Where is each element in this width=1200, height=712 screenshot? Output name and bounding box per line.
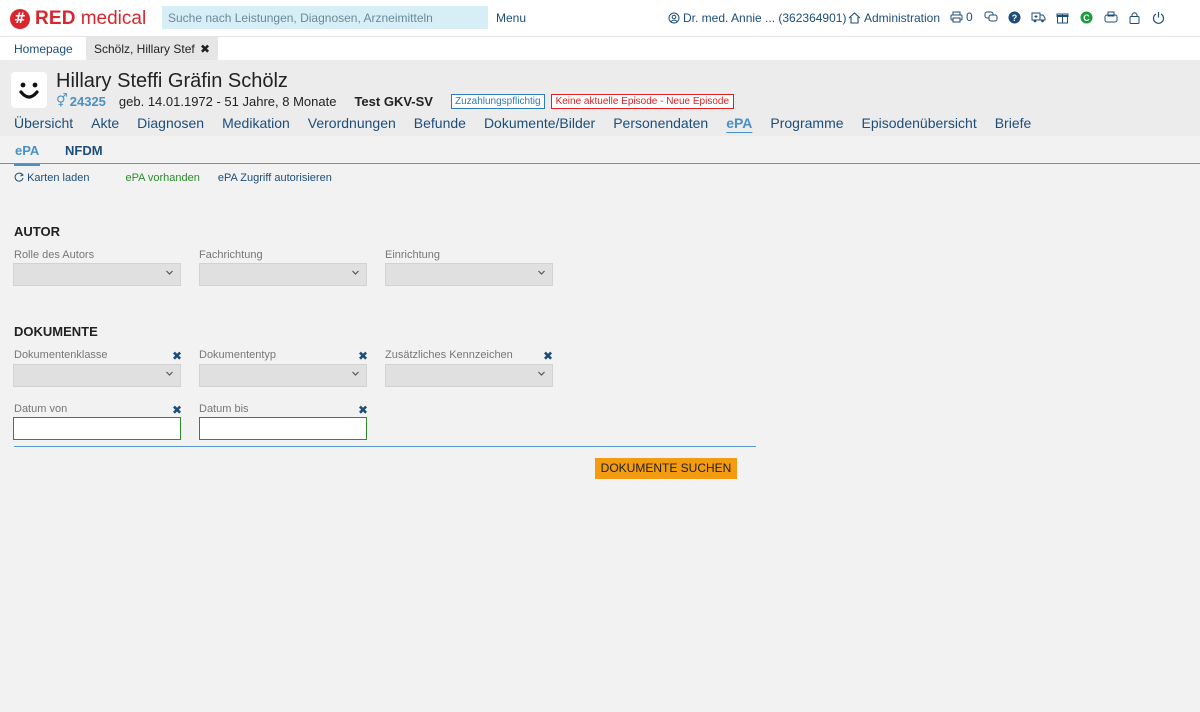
nav-item-dokumente-bilder[interactable]: Dokumente/Bilder bbox=[484, 115, 595, 131]
clear-document-class-icon[interactable]: ✖ bbox=[172, 349, 182, 363]
nav-item-diagnosen[interactable]: Diagnosen bbox=[137, 115, 204, 131]
author-role-label: Rolle des Autors bbox=[14, 249, 95, 261]
nav-item-programme[interactable]: Programme bbox=[770, 115, 843, 131]
authorize-epa-link[interactable]: ePA Zugriff autorisieren bbox=[218, 172, 332, 184]
svg-text:C: C bbox=[1083, 13, 1090, 23]
nav-item-epa[interactable]: ePA bbox=[726, 115, 752, 131]
extra-flag-select[interactable] bbox=[385, 364, 553, 387]
epa-actions: Karten laden ePA vorhanden ePA Zugriff a… bbox=[14, 172, 350, 184]
chevron-down-icon bbox=[538, 371, 545, 376]
autor-section-title: AUTOR bbox=[14, 224, 60, 239]
patient-name: Hillary Steffi Gräfin Schölz bbox=[56, 70, 288, 92]
administration-link[interactable]: Administration bbox=[848, 11, 940, 25]
chevron-down-icon bbox=[352, 371, 359, 376]
chevron-down-icon bbox=[166, 270, 173, 275]
document-class-select[interactable] bbox=[13, 364, 181, 387]
open-tabs-bar: Homepage Schölz, Hillary Stef ✖ bbox=[0, 36, 1200, 61]
toolbar-icons: 0 ? C bbox=[948, 9, 1175, 25]
top-bar: # RED medical Menu Dr. med. Annie ... (3… bbox=[0, 0, 1200, 36]
home-icon bbox=[848, 12, 861, 24]
user-menu[interactable]: Dr. med. Annie ... (362364901) bbox=[668, 11, 846, 25]
administration-label: Administration bbox=[864, 11, 941, 25]
tab-patient[interactable]: Schölz, Hillary Stef ✖ bbox=[86, 37, 219, 61]
help-icon[interactable]: ? bbox=[1007, 9, 1023, 25]
nav-item-personendaten[interactable]: Personendaten bbox=[613, 115, 708, 131]
lock-icon[interactable] bbox=[1127, 9, 1143, 25]
app-logo[interactable]: # RED medical bbox=[10, 8, 146, 30]
document-type-select[interactable] bbox=[199, 364, 367, 387]
user-circle-icon bbox=[668, 12, 680, 24]
date-from-input[interactable] bbox=[13, 417, 181, 440]
document-type-label: Dokumententyp bbox=[199, 349, 277, 361]
tab-homepage[interactable]: Homepage bbox=[8, 37, 79, 61]
institution-label: Einrichtung bbox=[385, 249, 441, 261]
nav-item-medikation[interactable]: Medikation bbox=[222, 115, 290, 131]
document-class-label: Dokumentenklasse bbox=[14, 349, 108, 361]
printer-icon[interactable] bbox=[948, 9, 964, 25]
patient-nav: Übersicht Akte Diagnosen Medikation Verordnu… bbox=[14, 115, 1049, 131]
patient-avatar bbox=[11, 72, 47, 108]
logo-medical-text: medical bbox=[80, 8, 147, 29]
gender-icon: ⚥ bbox=[56, 93, 68, 108]
epa-subtabs: ePA NFDM bbox=[0, 136, 1200, 166]
svg-text:?: ? bbox=[1012, 13, 1018, 23]
clear-extra-flag-icon[interactable]: ✖ bbox=[543, 349, 553, 363]
institution-select[interactable] bbox=[385, 263, 553, 286]
close-icon[interactable]: ✖ bbox=[200, 42, 210, 56]
specialty-select[interactable] bbox=[199, 263, 367, 286]
author-role-select[interactable] bbox=[13, 263, 181, 286]
chevron-down-icon bbox=[352, 270, 359, 275]
global-search-input[interactable] bbox=[162, 6, 488, 29]
smiley-icon bbox=[19, 82, 39, 99]
green-status-icon[interactable]: C bbox=[1079, 9, 1095, 25]
episode-badge[interactable]: Keine aktuelle Episode - Neue Episode bbox=[550, 93, 735, 109]
subtab-nfdm[interactable]: NFDM bbox=[65, 143, 103, 158]
menu-link[interactable]: Menu bbox=[496, 11, 526, 25]
specialty-label: Fachrichtung bbox=[199, 249, 263, 261]
epa-available-status: ePA vorhanden bbox=[125, 172, 200, 184]
chat-icon[interactable] bbox=[983, 9, 999, 25]
load-cards-link[interactable]: Karten laden bbox=[14, 172, 107, 184]
patient-header: Hillary Steffi Gräfin Schölz ⚥ 24325 geb… bbox=[0, 60, 1200, 136]
clear-date-to-icon[interactable]: ✖ bbox=[358, 403, 368, 417]
patient-birthdate: geb. 14.01.1972 - 51 Jahre, 8 Monate bbox=[118, 93, 337, 109]
power-icon[interactable] bbox=[1151, 9, 1167, 25]
date-to-input[interactable] bbox=[199, 417, 367, 440]
dokumente-section-title: DOKUMENTE bbox=[14, 324, 98, 339]
card-reader-icon[interactable] bbox=[1103, 9, 1119, 25]
user-name: Dr. med. Annie ... (362364901) bbox=[683, 11, 847, 25]
gift-icon[interactable] bbox=[1055, 9, 1071, 25]
clear-date-from-icon[interactable]: ✖ bbox=[172, 403, 182, 417]
chevron-down-icon bbox=[538, 270, 545, 275]
copay-badge[interactable]: Zuzahlungspflichtig bbox=[450, 93, 545, 109]
form-divider bbox=[14, 446, 756, 447]
nav-item-verordnungen[interactable]: Verordnungen bbox=[308, 115, 396, 131]
subtab-epa[interactable]: ePA bbox=[13, 143, 41, 166]
patient-insurance: Test GKV-SV bbox=[354, 93, 433, 109]
extra-flag-label: Zusätzliches Kennzeichen bbox=[385, 349, 513, 361]
clear-document-type-icon[interactable]: ✖ bbox=[358, 349, 368, 363]
date-from-label: Datum von bbox=[14, 403, 68, 415]
logo-red-text: RED bbox=[35, 8, 76, 29]
logo-hash-icon: # bbox=[10, 9, 30, 29]
print-queue-count: 0 bbox=[966, 10, 973, 24]
nav-item-episodenübersicht[interactable]: Episodenübersicht bbox=[862, 115, 977, 131]
tab-patient-label: Schölz, Hillary Stef bbox=[94, 42, 195, 56]
refresh-icon bbox=[14, 172, 24, 182]
ambulance-icon[interactable] bbox=[1031, 9, 1047, 25]
chevron-down-icon bbox=[166, 371, 173, 376]
nav-item-übersicht[interactable]: Übersicht bbox=[14, 115, 73, 131]
date-to-label: Datum bis bbox=[199, 403, 249, 415]
nav-item-akte[interactable]: Akte bbox=[91, 115, 119, 131]
search-documents-button[interactable]: DOKUMENTE SUCHEN bbox=[595, 458, 737, 479]
nav-item-befunde[interactable]: Befunde bbox=[414, 115, 466, 131]
patient-info-line: ⚥ 24325 geb. 14.01.1972 - 51 Jahre, 8 Mo… bbox=[56, 93, 735, 109]
load-cards-label: Karten laden bbox=[27, 172, 90, 184]
nav-item-briefe[interactable]: Briefe bbox=[995, 115, 1032, 131]
patient-id[interactable]: 24325 bbox=[70, 94, 106, 109]
